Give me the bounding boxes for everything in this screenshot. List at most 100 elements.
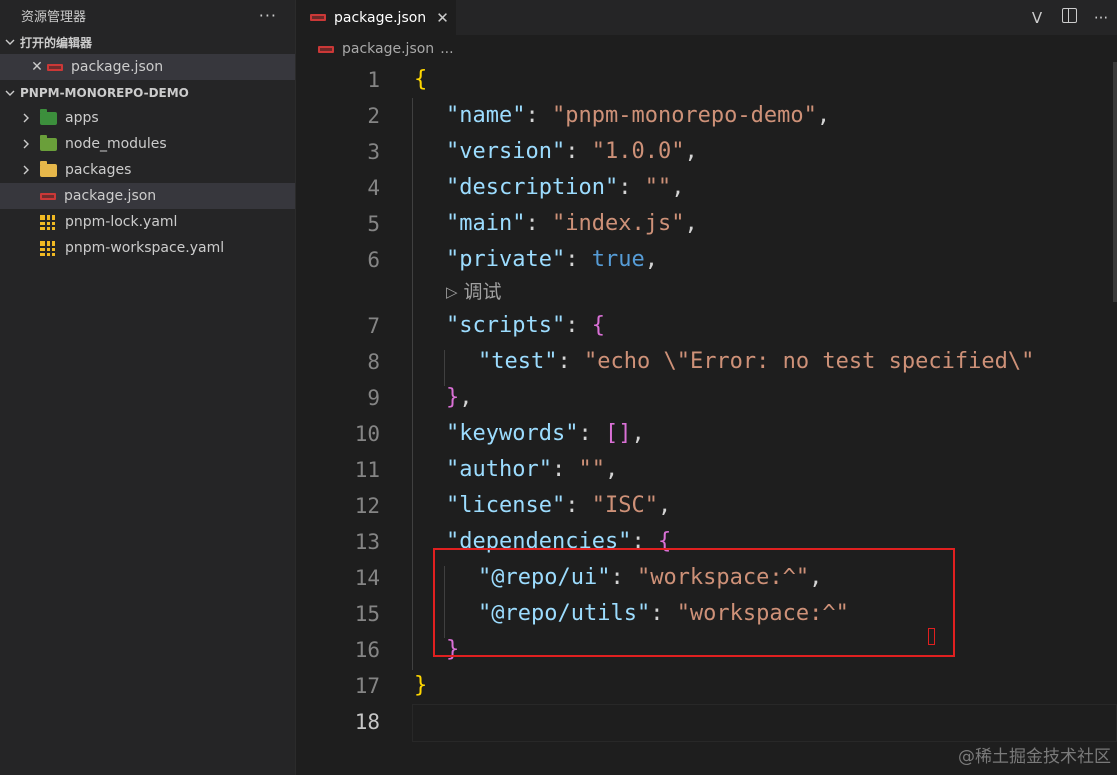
line-number: 17 xyxy=(354,674,380,698)
editor-tab-bar: package.json ✕ V ··· xyxy=(296,0,1117,35)
line-number: 12 xyxy=(354,494,380,518)
json-value: { xyxy=(591,313,605,338)
current-line-highlight xyxy=(412,704,1117,742)
json-value: "1.0.0" xyxy=(591,139,685,164)
json-value: "ISC" xyxy=(591,493,658,518)
line-number: 11 xyxy=(354,458,380,482)
json-key: "license" xyxy=(446,493,566,518)
breadcrumb-rest[interactable]: ... xyxy=(440,41,453,57)
line-number: 5 xyxy=(367,212,380,236)
chevron-down-icon xyxy=(0,36,20,48)
json-value: true xyxy=(591,247,645,272)
token: } xyxy=(446,385,460,410)
line-number: 18 xyxy=(354,710,380,734)
open-editor-item-label: package.json xyxy=(71,59,164,75)
tree-item-label: node_modules xyxy=(65,136,167,152)
line-number: 6 xyxy=(367,248,380,272)
token: { xyxy=(414,67,428,92)
tree-item-package-json[interactable]: package.json xyxy=(0,183,295,209)
split-editor-icon xyxy=(1061,8,1077,23)
json-key: "name" xyxy=(446,103,526,128)
json-key: "description" xyxy=(446,175,619,200)
pnpm-file-icon xyxy=(40,214,55,230)
open-editors-label: 打开的编辑器 xyxy=(20,35,93,50)
scrollbar[interactable] xyxy=(1113,62,1117,302)
project-label: PNPM-MONOREPO-DEMO xyxy=(20,86,189,100)
play-icon: ▷ xyxy=(446,283,458,301)
json-key: "keywords" xyxy=(446,421,579,446)
json-key: "scripts" xyxy=(446,313,566,338)
npm-file-icon xyxy=(318,45,334,53)
highlight-box xyxy=(433,548,955,657)
tree-item-packages[interactable]: packages xyxy=(0,157,295,183)
breadcrumb: package.json ... xyxy=(296,36,454,62)
open-editors-section-header[interactable]: 打开的编辑器 xyxy=(0,30,295,54)
project-section-header[interactable]: PNPM-MONOREPO-DEMO xyxy=(0,81,295,105)
more-actions-icon[interactable]: ··· xyxy=(1085,9,1117,27)
close-icon[interactable]: ✕ xyxy=(436,9,449,27)
debug-codelens[interactable]: ▷ 调试 xyxy=(446,277,502,307)
explorer-sidebar: 资源管理器 ··· 打开的编辑器 ✕ package.json PNPM-MON… xyxy=(0,0,296,775)
json-value: "" xyxy=(644,175,672,200)
indent-guide xyxy=(444,350,445,386)
explorer-title: 资源管理器 xyxy=(21,9,87,25)
json-value: [] xyxy=(604,421,632,446)
chevron-right-icon xyxy=(16,164,36,176)
tree-item-label: package.json xyxy=(64,188,157,204)
line-number: 1 xyxy=(367,68,380,92)
more-actions-icon[interactable]: ··· xyxy=(259,6,277,25)
tab-label: package.json xyxy=(334,9,427,26)
json-key: "version" xyxy=(446,139,566,164)
tree-item-pnpm-lock[interactable]: pnpm-lock.yaml xyxy=(0,209,295,235)
line-number: 7 xyxy=(367,314,380,338)
tree-item-label: packages xyxy=(65,162,132,178)
codelens-label: 调试 xyxy=(463,281,502,303)
json-value: "pnpm-monorepo-demo" xyxy=(551,103,817,128)
tree-item-label: apps xyxy=(65,110,99,126)
packages-folder-icon xyxy=(40,160,57,177)
tab-package-json[interactable]: package.json ✕ xyxy=(296,0,456,35)
line-number: 4 xyxy=(367,176,380,200)
json-value: "echo \"Error: no test specified\" xyxy=(583,349,1035,374)
tab-actions: V ··· xyxy=(1021,0,1117,35)
tree-item-label: pnpm-lock.yaml xyxy=(65,214,178,230)
node-folder-icon xyxy=(40,134,57,151)
line-number: 2 xyxy=(367,104,380,128)
split-editor-button[interactable] xyxy=(1053,8,1085,27)
line-number: 10 xyxy=(354,422,380,446)
line-number: 8 xyxy=(367,350,380,374)
json-key: "test" xyxy=(478,349,558,374)
open-editor-item[interactable]: ✕ package.json xyxy=(0,54,295,80)
line-number: 9 xyxy=(367,386,380,410)
chevron-right-icon xyxy=(16,138,36,150)
chevron-right-icon xyxy=(16,112,36,124)
line-number: 16 xyxy=(354,638,380,662)
line-number: 13 xyxy=(354,530,380,554)
pnpm-file-icon xyxy=(40,240,55,256)
tree-item-pnpm-workspace[interactable]: pnpm-workspace.yaml xyxy=(0,235,295,261)
v-action-button[interactable]: V xyxy=(1021,9,1053,27)
npm-file-icon xyxy=(47,63,63,71)
cursor-marker xyxy=(928,628,935,645)
apps-folder-icon xyxy=(40,108,57,125)
breadcrumb-file[interactable]: package.json xyxy=(342,41,434,57)
line-number: 14 xyxy=(354,566,380,590)
tree-item-label: pnpm-workspace.yaml xyxy=(65,240,225,256)
json-key: "main" xyxy=(446,211,526,236)
json-key: "private" xyxy=(446,247,566,272)
watermark: @稀土掘金技术社区 xyxy=(958,747,1111,767)
tree-item-node-modules[interactable]: node_modules xyxy=(0,131,295,157)
npm-file-icon xyxy=(310,14,326,21)
tree-item-apps[interactable]: apps xyxy=(0,105,295,131)
json-value: "index.js" xyxy=(551,211,685,236)
line-number: 15 xyxy=(354,602,380,626)
npm-file-icon xyxy=(40,192,56,200)
json-key: "author" xyxy=(446,457,552,482)
explorer-header: 资源管理器 ··· xyxy=(0,0,295,30)
json-value: "" xyxy=(578,457,605,482)
code-editor[interactable]: 1{ 2 "name": "pnpm-monorepo-demo", 3 "vers… xyxy=(296,62,1117,775)
token: } xyxy=(414,673,428,698)
chevron-down-icon xyxy=(0,87,20,99)
close-icon[interactable]: ✕ xyxy=(27,59,47,75)
line-number: 3 xyxy=(367,140,380,164)
